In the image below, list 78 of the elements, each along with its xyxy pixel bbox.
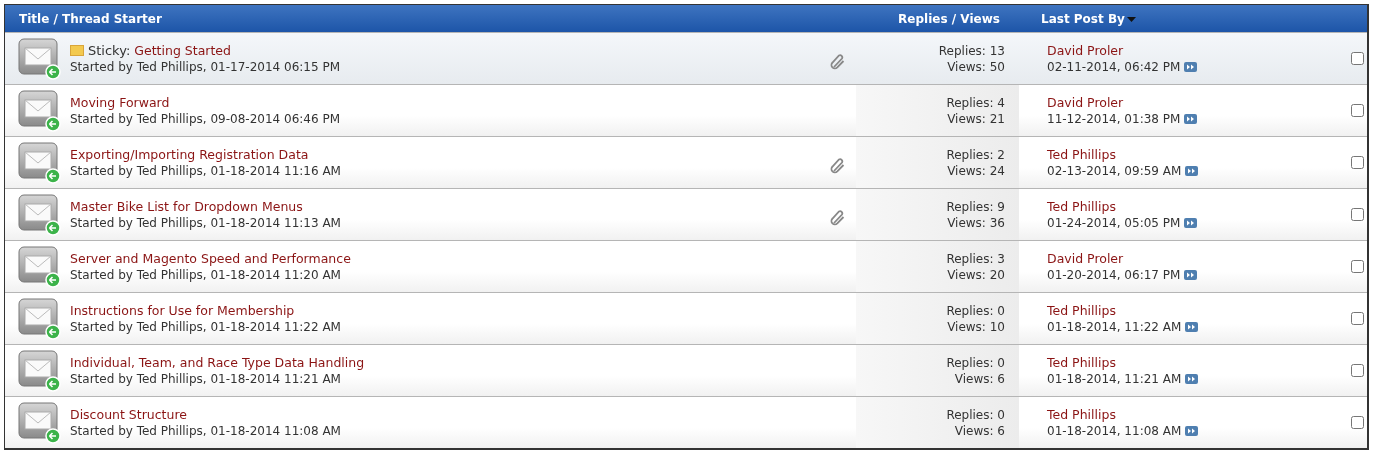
envelope-icon	[18, 246, 62, 288]
go-to-post-icon[interactable]	[1184, 62, 1198, 72]
select-checkbox[interactable]	[1350, 104, 1364, 117]
thread-title-link[interactable]: Server and Magento Speed and Performance	[70, 251, 351, 266]
thread-starter: Started by Ted Phillips, 09-08-2014 06:46 PM	[70, 112, 341, 126]
go-to-post-icon[interactable]	[1184, 114, 1198, 124]
select-checkbox[interactable]	[1350, 52, 1364, 65]
view-count: Views: 20	[947, 267, 1005, 282]
thread-title-link[interactable]: Moving Forward	[70, 95, 170, 110]
last-post-time: 02-11-2014, 06:42 PM	[1047, 60, 1181, 74]
reply-count: Replies: 0	[946, 407, 1005, 422]
thread-title-link[interactable]: Exporting/Importing Registration Data	[70, 147, 309, 162]
go-to-post-icon[interactable]	[1185, 322, 1199, 332]
go-to-post-icon[interactable]	[1184, 218, 1198, 228]
envelope-icon	[18, 194, 62, 236]
thread-title-link[interactable]: Instructions for Use for Membership	[70, 303, 295, 318]
last-poster-link[interactable]: Ted Phillips	[1047, 407, 1347, 422]
last-poster-link[interactable]: Ted Phillips	[1047, 303, 1347, 318]
reply-count: Replies: 0	[946, 355, 1005, 370]
thread-starter: Started by Ted Phillips, 01-18-2014 11:22 AM	[70, 320, 342, 334]
thread-starter: Started by Ted Phillips, 01-18-2014 11:16 AM	[70, 164, 342, 178]
last-poster-link[interactable]: David Proler	[1047, 43, 1347, 58]
select-checkbox[interactable]	[1350, 312, 1364, 325]
select-checkbox[interactable]	[1350, 364, 1364, 377]
select-checkbox[interactable]	[1350, 208, 1364, 221]
reply-count: Replies: 13	[938, 43, 1005, 58]
reply-count: Replies: 2	[946, 147, 1005, 162]
thread-title-link[interactable]: Individual, Team, and Race Type Data Handling	[70, 355, 365, 370]
last-poster-link[interactable]: Ted Phillips	[1047, 147, 1347, 162]
last-poster-link[interactable]: David Proler	[1047, 251, 1347, 266]
select-checkbox[interactable]	[1350, 416, 1364, 429]
thread-starter: Started by Ted Phillips, 01-18-2014 11:21 AM	[70, 372, 342, 386]
thread-title-link[interactable]: Getting Started	[134, 43, 231, 58]
column-header[interactable]: Title / Thread Starter	[5, 11, 857, 26]
envelope-icon	[18, 38, 62, 80]
envelope-icon	[18, 90, 62, 132]
view-count: Views: 21	[947, 111, 1005, 126]
view-count: Views: 24	[947, 163, 1005, 178]
last-post-time: 01-24-2014, 05:05 PM	[1047, 216, 1181, 230]
last-post-time: 01-18-2014, 11:21 AM	[1047, 372, 1182, 386]
reply-count: Replies: 3	[946, 251, 1005, 266]
folder-icon	[70, 45, 84, 56]
last-poster-link[interactable]: Ted Phillips	[1047, 355, 1347, 370]
last-post-time: 11-12-2014, 01:38 PM	[1047, 112, 1181, 126]
go-to-post-icon[interactable]	[1185, 166, 1199, 176]
last-poster-link[interactable]: David Proler	[1047, 95, 1347, 110]
last-post-time: 02-13-2014, 09:59 AM	[1047, 164, 1182, 178]
last-post-time: 01-18-2014, 11:22 AM	[1047, 320, 1182, 334]
thread-title-link[interactable]: Master Bike List for Dropdown Menus	[70, 199, 303, 214]
view-count: Views: 6	[954, 423, 1005, 438]
view-count: Views: 10	[947, 319, 1005, 334]
view-count: Views: 6	[954, 371, 1005, 386]
caret-icon	[1126, 17, 1136, 22]
reply-count: Replies: 4	[946, 95, 1005, 110]
thread-starter: Started by Ted Phillips, 01-17-2014 06:15 PM	[70, 60, 341, 74]
column-header[interactable]: Last Post By	[1041, 11, 1136, 26]
go-to-post-icon[interactable]	[1185, 426, 1199, 436]
view-count: Views: 36	[947, 215, 1005, 230]
reply-count: Replies: 0	[946, 303, 1005, 318]
select-checkbox[interactable]	[1350, 156, 1364, 169]
thread-starter: Started by Ted Phillips, 01-18-2014 11:08 AM	[70, 424, 342, 438]
thread-starter: Started by Ted Phillips, 01-18-2014 11:20 AM	[70, 268, 342, 282]
select-checkbox[interactable]	[1350, 260, 1364, 273]
last-poster-link[interactable]: Ted Phillips	[1047, 199, 1347, 214]
last-post-time: 01-20-2014, 06:17 PM	[1047, 268, 1181, 282]
envelope-icon	[18, 298, 62, 340]
column-header[interactable]: Replies / Views	[857, 11, 1041, 26]
last-post-time: 01-18-2014, 11:08 AM	[1047, 424, 1182, 438]
envelope-icon	[18, 350, 62, 392]
reply-count: Replies: 9	[946, 199, 1005, 214]
envelope-icon	[18, 142, 62, 184]
go-to-post-icon[interactable]	[1184, 270, 1198, 280]
sticky-label: Sticky:	[88, 43, 131, 58]
thread-title-link[interactable]: Discount Structure	[70, 407, 187, 422]
envelope-icon	[18, 402, 62, 444]
thread-starter: Started by Ted Phillips, 01-18-2014 11:13 AM	[70, 216, 342, 230]
view-count: Views: 50	[947, 59, 1005, 74]
go-to-post-icon[interactable]	[1185, 374, 1199, 384]
